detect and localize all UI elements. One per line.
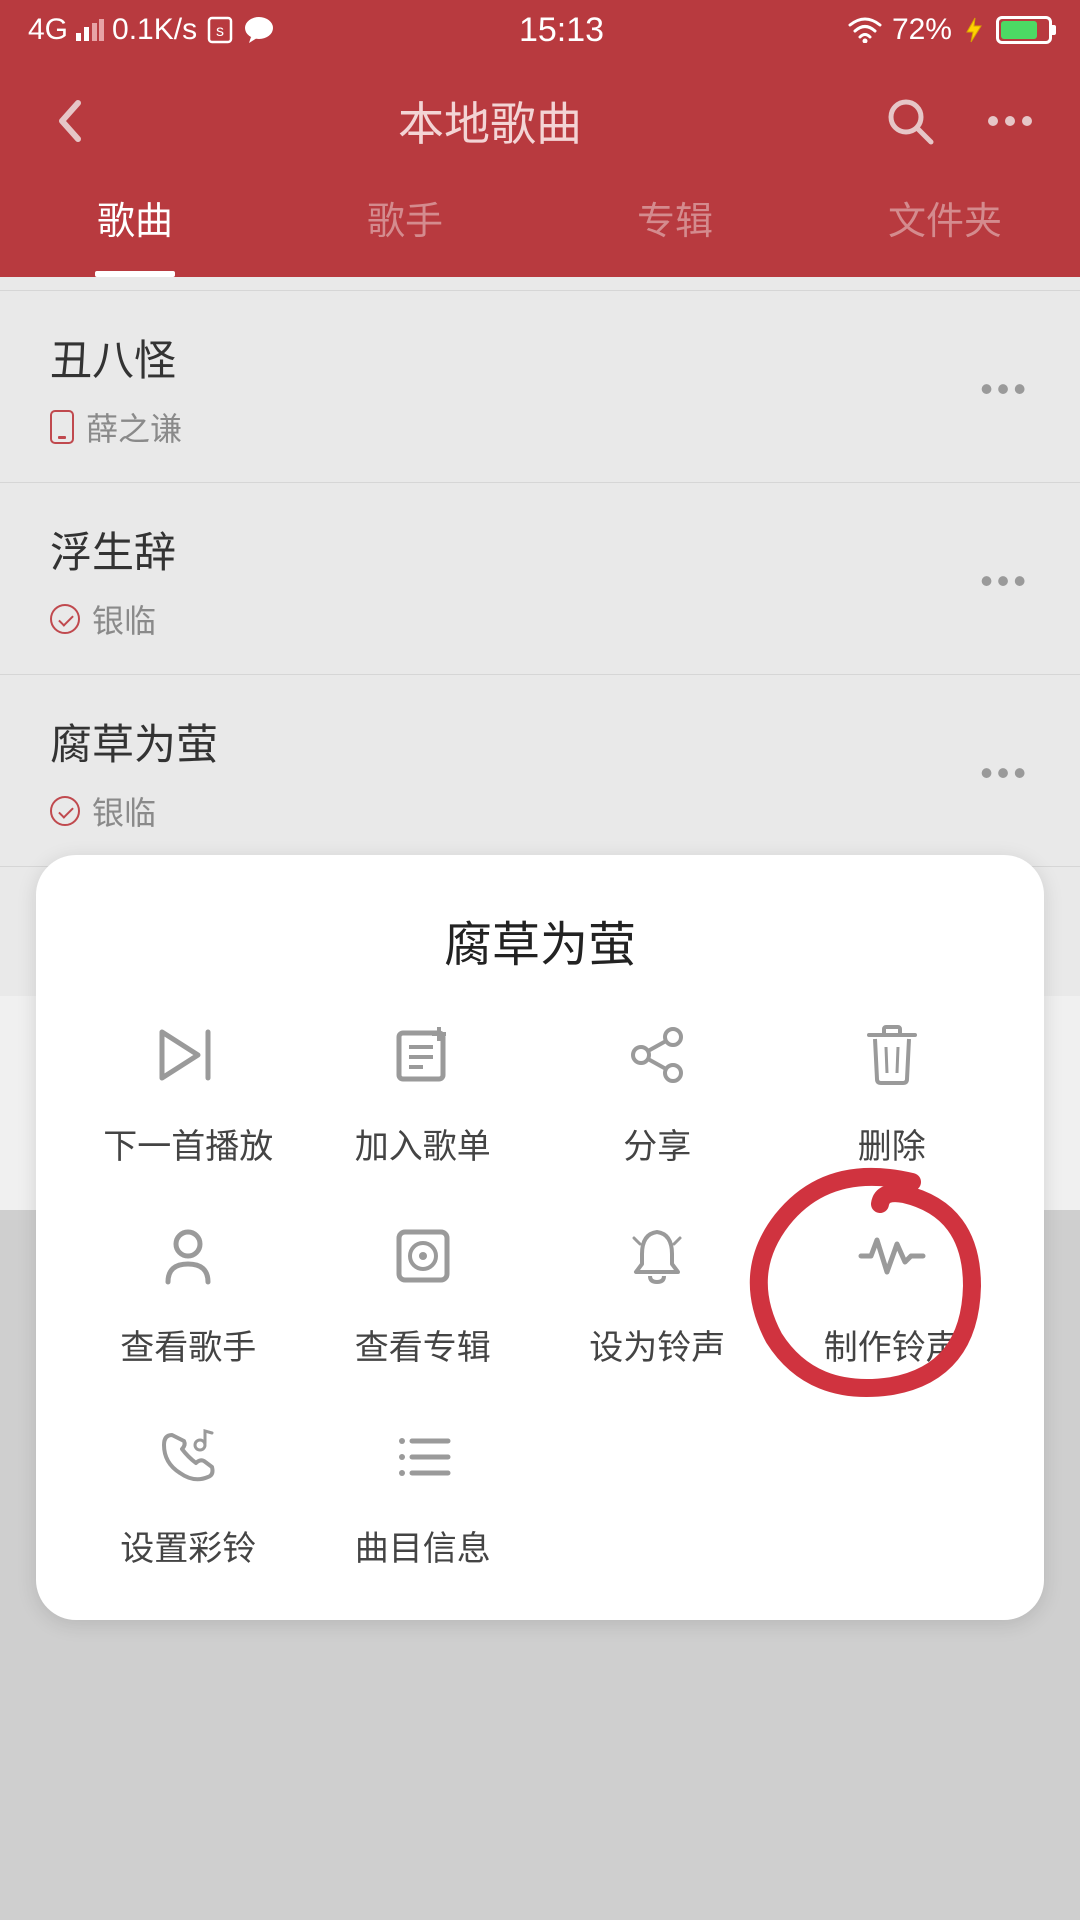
action-label: 查看专辑 <box>355 1320 491 1369</box>
item-more-button[interactable]: ••• <box>980 368 1030 410</box>
call-music-icon <box>158 1427 218 1487</box>
album-icon <box>393 1226 453 1286</box>
check-circle-icon <box>50 796 80 826</box>
action-label: 分享 <box>623 1119 691 1168</box>
list-item[interactable]: 腐草为萤 银临 ••• <box>0 675 1080 867</box>
action-set-ringtone[interactable]: 设为铃声 <box>545 1216 770 1369</box>
artist-icon <box>160 1226 216 1286</box>
action-share[interactable]: 分享 <box>545 1015 770 1168</box>
action-play-next[interactable]: 下一首播放 <box>76 1015 301 1168</box>
tab-albums[interactable]: 专辑 <box>540 184 810 259</box>
check-circle-icon <box>50 604 80 634</box>
action-label: 设为铃声 <box>589 1320 725 1369</box>
item-more-button[interactable]: ••• <box>980 560 1030 602</box>
clock: 15:13 <box>519 11 604 50</box>
song-artist: 银临 <box>92 596 156 642</box>
action-add-playlist[interactable]: 加入歌单 <box>311 1015 536 1168</box>
search-button[interactable] <box>880 91 940 151</box>
action-label: 设置彩铃 <box>120 1521 256 1570</box>
action-label: 查看歌手 <box>120 1320 256 1369</box>
dots-icon <box>985 115 1035 127</box>
song-title: 浮生辞 <box>50 519 176 580</box>
add-playlist-icon <box>393 1025 453 1085</box>
chevron-left-icon <box>52 97 88 145</box>
action-delete[interactable]: 删除 <box>780 1015 1005 1168</box>
list-icon <box>394 1433 452 1481</box>
action-track-info[interactable]: 曲目信息 <box>311 1417 536 1570</box>
tab-folders[interactable]: 文件夹 <box>810 184 1080 259</box>
song-artist: 银临 <box>92 788 156 834</box>
action-view-artist[interactable]: 查看歌手 <box>76 1216 301 1369</box>
speed-label: 0.1K/s <box>112 13 197 47</box>
app-header: 本地歌曲 <box>0 60 1080 174</box>
action-view-album[interactable]: 查看专辑 <box>311 1216 536 1369</box>
list-item[interactable]: 浮生辞 银临 ••• <box>0 483 1080 675</box>
action-sheet: 腐草为萤 下一首播放 加入歌单 分享 删除 查看歌手 查看专辑 设为 <box>36 855 1044 1620</box>
action-label: 制作铃声 <box>824 1320 960 1369</box>
svg-text:s: s <box>216 23 224 40</box>
battery-icon <box>996 16 1052 44</box>
tab-songs[interactable]: 歌曲 <box>0 184 270 259</box>
action-label: 下一首播放 <box>103 1119 273 1168</box>
action-set-crbt[interactable]: 设置彩铃 <box>76 1417 301 1570</box>
wifi-icon <box>848 17 882 43</box>
app-badge-icon: s <box>205 15 235 45</box>
play-next-icon <box>156 1026 220 1084</box>
trash-icon <box>865 1025 919 1085</box>
action-label: 加入歌单 <box>355 1119 491 1168</box>
list-item[interactable]: 丑八怪 薛之谦 ••• <box>0 291 1080 483</box>
song-title: 腐草为萤 <box>50 711 218 772</box>
action-make-ringtone[interactable]: 制作铃声 <box>780 1216 1005 1369</box>
charging-icon <box>962 16 986 44</box>
status-bar: 4G 0.1K/s s 15:13 72% <box>0 0 1080 60</box>
network-label: 4G <box>28 13 68 47</box>
search-icon <box>885 96 935 146</box>
song-artist: 薛之谦 <box>86 404 182 450</box>
phone-icon <box>50 410 74 444</box>
bell-icon <box>628 1226 686 1286</box>
share-icon <box>629 1025 685 1085</box>
sheet-title: 腐草为萤 <box>66 905 1014 975</box>
tab-artists[interactable]: 歌手 <box>270 184 540 259</box>
tab-bar: 歌曲 歌手 专辑 文件夹 <box>0 174 1080 277</box>
page-title: 本地歌曲 <box>398 88 582 154</box>
action-label: 曲目信息 <box>355 1521 491 1570</box>
action-label: 删除 <box>858 1119 926 1168</box>
chat-icon <box>243 15 275 45</box>
song-title: 丑八怪 <box>50 327 182 388</box>
wave-icon <box>857 1232 927 1280</box>
battery-percent: 72% <box>892 13 952 47</box>
more-button[interactable] <box>980 91 1040 151</box>
back-button[interactable] <box>40 91 100 151</box>
item-more-button[interactable]: ••• <box>980 752 1030 794</box>
signal-icon <box>76 19 104 41</box>
